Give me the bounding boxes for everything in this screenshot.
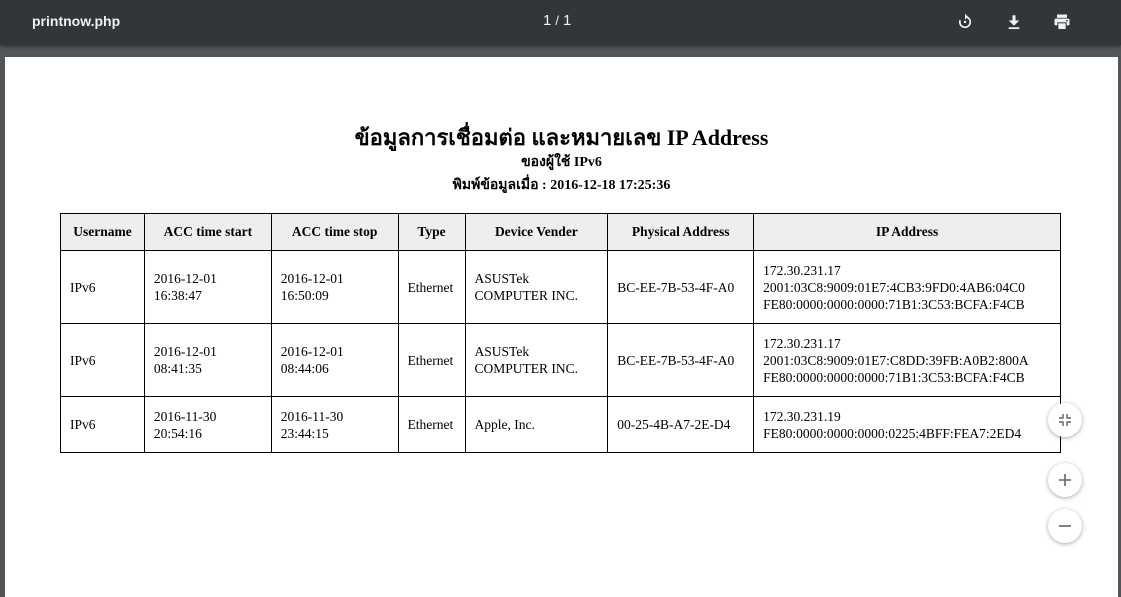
table-row: IPv6 2016-12-01 16:38:47 2016-12-01 16:50:…: [60, 250, 1061, 324]
start-date: 2016-12-01: [153, 271, 217, 286]
zoom-out-icon: [1059, 525, 1071, 527]
cell-type: Ethernet: [397, 250, 466, 324]
header-acc-time-stop: ACC time stop: [270, 213, 399, 251]
cell-acc-time-stop: 2016-12-01 08:44:06: [270, 323, 399, 397]
rotate-icon: [958, 13, 972, 29]
zoom-in-icon: [1059, 474, 1071, 486]
ip-line: 172.30.231.19: [763, 408, 841, 424]
cell-type: Ethernet: [397, 396, 466, 453]
cell-username: IPv6: [60, 396, 145, 453]
cell-physical-address: BC-EE-7B-53-4F-A0: [607, 323, 755, 397]
table-row: IPv6 2016-11-30 20:54:16 2016-11-30 23:44:…: [60, 396, 1061, 453]
header-physical-address: Physical Address: [607, 213, 755, 251]
cell-username: IPv6: [60, 323, 145, 397]
ip-line: FE80:0000:0000:0000:0225:4BFF:FEA7:2ED4: [763, 425, 1022, 441]
print-button[interactable]: [1050, 10, 1074, 34]
ip-line: 172.30.231.17: [763, 262, 841, 278]
zoom-in-button[interactable]: [1048, 463, 1082, 497]
ip-line: 2001:03C8:9009:01E7:4CB3:9FD0:4AB6:04C0: [763, 279, 1025, 295]
page-separator: /: [555, 13, 560, 28]
cell-type: Ethernet: [397, 323, 466, 397]
stop-date: 2016-11-30: [280, 408, 344, 424]
cell-device-vender: Apple, Inc.: [464, 396, 609, 453]
cell-device-vender: ASUSTek COMPUTER INC.: [464, 323, 609, 397]
cell-username: IPv6: [60, 250, 145, 324]
vendor-line: COMPUTER INC.: [474, 288, 579, 303]
table-row: IPv6 2016-12-01 08:41:35 2016-12-01 08:44:…: [60, 323, 1061, 397]
connection-table: Username ACC time start ACC time stop Ty…: [60, 213, 1061, 453]
start-date: 2016-11-30: [153, 408, 217, 424]
cell-acc-time-stop: 2016-11-30 23:44:15: [270, 396, 399, 453]
stop-date: 2016-12-01: [280, 344, 344, 359]
vendor-line: ASUSTek: [474, 271, 530, 286]
document-filename: printnow.php: [32, 13, 121, 29]
cell-acc-time-start: 2016-11-30 20:54:16: [143, 396, 272, 453]
cell-ip-address: 172.30.231.17 2001:03C8:9009:01E7:C8DD:39…: [753, 323, 1061, 397]
cell-physical-address: BC-EE-7B-53-4F-A0: [607, 250, 755, 324]
ip-line: FE80:0000:0000:0000:71B1:3C53:BCFA:F4CB: [763, 369, 1025, 385]
start-time: 08:41:35: [153, 361, 202, 376]
printed-timestamp: พิมพ์ข้อมูลเมื่อ : 2016-12-18 17:25:36: [452, 178, 671, 193]
fit-to-page-icon: [1059, 414, 1071, 426]
zoom-out-button[interactable]: [1048, 509, 1082, 543]
header-username: Username: [60, 213, 145, 251]
vendor-line: Apple, Inc.: [474, 417, 535, 432]
header-ip-address: IP Address: [753, 213, 1061, 251]
ip-line: 2001:03C8:9009:01E7:C8DD:39FB:A0B2:800A: [763, 352, 1029, 368]
cell-ip-address: 172.30.231.17 2001:03C8:9009:01E7:4CB3:9F…: [753, 250, 1061, 324]
download-button[interactable]: [1002, 10, 1026, 34]
stop-time: 08:44:06: [280, 361, 329, 376]
total-pages: 1: [562, 12, 573, 29]
stop-time: 16:50:09: [280, 288, 329, 303]
start-time: 16:38:47: [153, 288, 202, 303]
header-device-vender: Device Vender: [464, 213, 609, 251]
ip-line: 172.30.231.17: [763, 335, 841, 351]
stop-time: 23:44:15: [280, 425, 329, 441]
header-acc-time-start: ACC time start: [143, 213, 272, 251]
cell-acc-time-start: 2016-12-01 08:41:35: [143, 323, 272, 397]
fit-to-page-button[interactable]: [1048, 403, 1082, 437]
vendor-line: COMPUTER INC.: [474, 361, 579, 376]
ip-line: FE80:0000:0000:0000:71B1:3C53:BCFA:F4CB: [763, 296, 1025, 312]
cell-device-vender: ASUSTek COMPUTER INC.: [464, 250, 609, 324]
start-date: 2016-12-01: [153, 344, 217, 359]
current-page-number: 1: [543, 12, 553, 29]
stop-date: 2016-12-01: [280, 271, 344, 286]
cell-acc-time-start: 2016-12-01 16:38:47: [143, 250, 272, 324]
pdf-page: ข้อมูลการเชื่อมต่อ และหมายเลข IP Address…: [5, 57, 1118, 597]
document-subtitle: ของผู้ใช้ IPv6: [521, 155, 602, 170]
cell-ip-address: 172.30.231.19 FE80:0000:0000:0000:0225:4B…: [753, 396, 1061, 453]
download-icon: [1008, 15, 1020, 30]
cell-acc-time-stop: 2016-12-01 16:50:09: [270, 250, 399, 324]
vendor-line: ASUSTek: [474, 344, 530, 359]
cell-physical-address: 00-25-4B-A7-2E-D4: [607, 396, 755, 453]
table-header-row: Username ACC time start ACC time stop Ty…: [60, 213, 1061, 251]
print-icon: [1054, 14, 1070, 30]
header-type: Type: [397, 213, 466, 251]
rotate-button[interactable]: [953, 10, 977, 34]
start-time: 20:54:16: [153, 425, 202, 441]
document-title: ข้อมูลการเชื่อมต่อ และหมายเลข IP Address: [354, 125, 769, 150]
pdf-toolbar: printnow.php 1/1: [0, 0, 1121, 45]
page-indicator: 1/1: [543, 12, 572, 29]
